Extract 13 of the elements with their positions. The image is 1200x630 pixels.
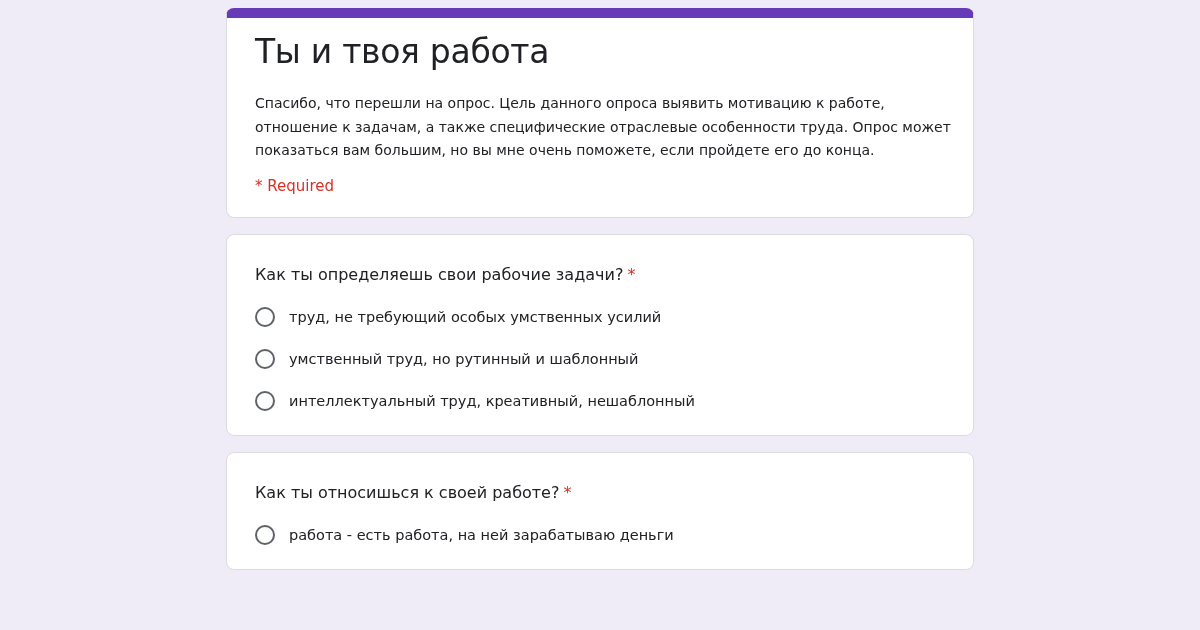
question-title: Как ты относишься к своей работе? * [255,481,573,504]
form-title: Ты и твоя работа [255,31,551,73]
radio-button[interactable] [255,524,275,545]
question-title: Как ты определяешь свои рабочие задачи? * [255,263,637,286]
form-description: Спасибо, что перешли на опрос. Цель данного опроса выявить мотивацию к работе, отношение к задачам, а также специфические отраслевые особенности труда. Опрос может показаться вам большим, но вы мне очень поможете, если пройдете его до конца. [255,94,952,160]
option-label: работа - есть работа, на ней зарабатываю деньги [289,526,674,543]
option-label: умственный труд, но рутинный и шаблонный [289,350,639,367]
radio-button[interactable] [255,306,275,327]
radio-button[interactable] [255,348,275,369]
option-label: труд, не требующий особых умственных усилий [289,308,662,325]
option-label: интеллектуальный труд, креативный, нешаблонный [289,392,695,409]
radio-button[interactable] [255,390,275,411]
required-note: * Required [255,176,336,195]
